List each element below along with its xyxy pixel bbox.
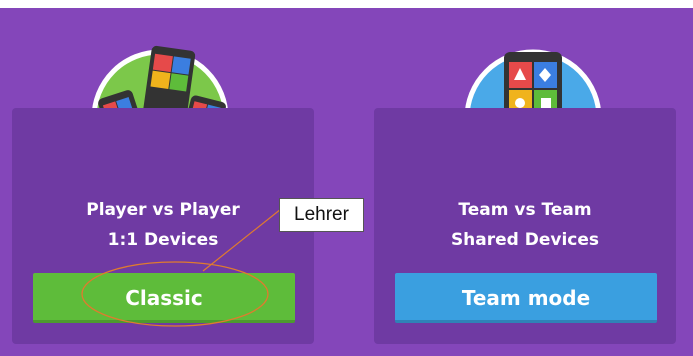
mode-subtitle: 1:1 Devices bbox=[107, 230, 219, 250]
team-mode-button[interactable]: Team mode bbox=[395, 273, 657, 323]
classic-mode-card: Player vs Player 1:1 Devices Classic bbox=[12, 108, 314, 344]
mode-subtitle: Shared Devices bbox=[450, 230, 600, 250]
team-mode-card: Team vs Team Shared Devices Team mode bbox=[374, 108, 676, 344]
classic-button[interactable]: Classic bbox=[33, 273, 295, 323]
game-mode-panel: Player vs Player 1:1 Devices Classic Tea… bbox=[0, 8, 693, 356]
mode-title: Player vs Player bbox=[86, 200, 240, 220]
annotation-label: Lehrer bbox=[279, 198, 364, 232]
mode-title: Team vs Team bbox=[458, 200, 592, 220]
